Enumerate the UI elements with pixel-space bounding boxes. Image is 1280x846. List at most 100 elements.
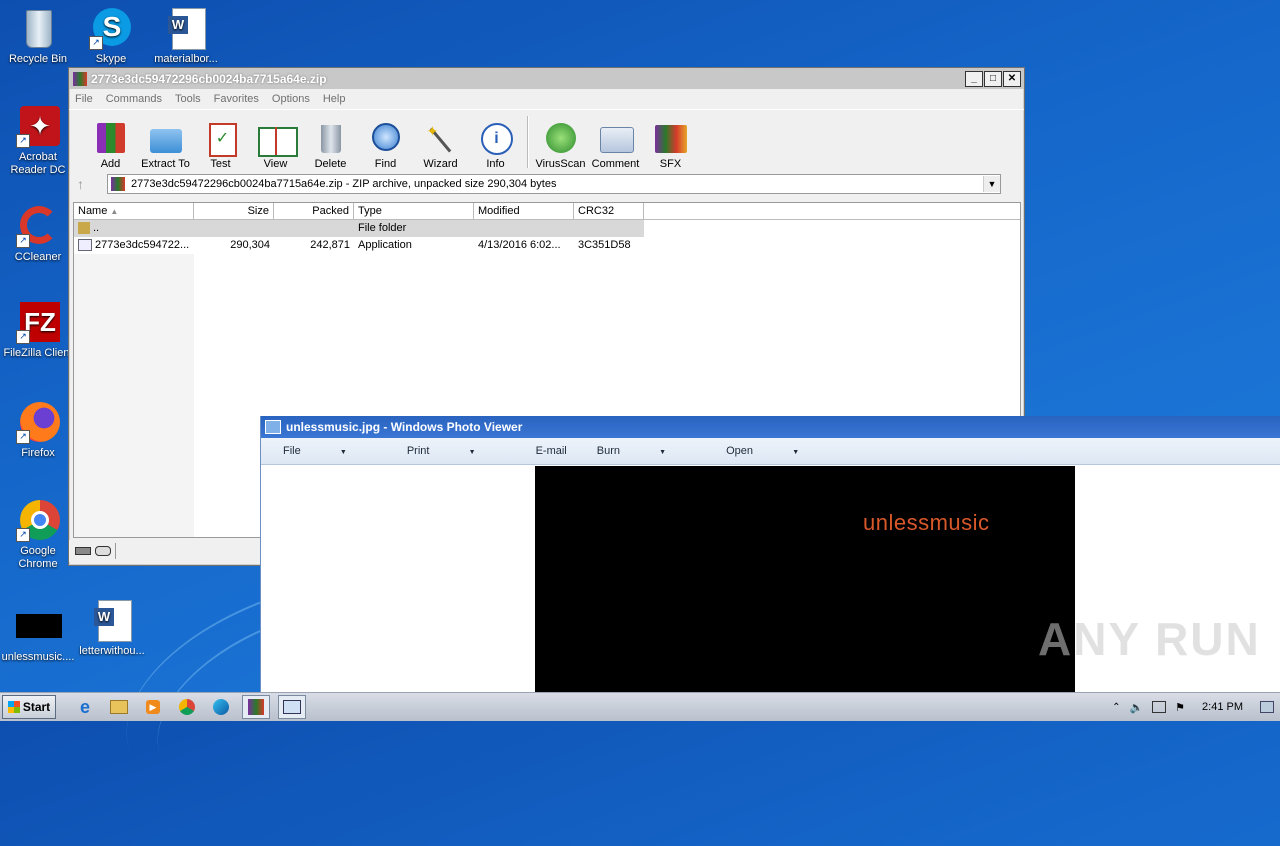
sfx-button[interactable]: SFX	[643, 121, 698, 172]
recycle-bin-icon	[16, 6, 60, 50]
delete-button[interactable]: Delete	[303, 121, 358, 172]
column-header-modified[interactable]: Modified	[474, 203, 574, 219]
menu-commands[interactable]: Commands	[106, 93, 162, 105]
comment-icon	[598, 121, 634, 155]
shortcut-arrow-icon: ↗	[16, 234, 30, 248]
desktop-icon-chrome[interactable]: ↗ Google Chrome	[0, 498, 76, 571]
column-header-size[interactable]: Size	[194, 203, 274, 219]
find-button[interactable]: Find	[358, 121, 413, 172]
desktop-icon-label: Acrobat Reader DC	[10, 151, 66, 176]
window-title: unlessmusic.jpg - Windows Photo Viewer	[286, 420, 523, 434]
info-button[interactable]: i Info	[468, 121, 523, 172]
menu-help[interactable]: Help	[323, 93, 346, 105]
menu-open[interactable]: Open ▼	[726, 445, 829, 457]
column-header-name[interactable]: Name ▲	[74, 203, 194, 219]
firefox-icon: ↗	[16, 400, 60, 444]
clipboard-check-icon: ✓	[203, 121, 239, 157]
chevron-down-icon[interactable]: ▼	[983, 176, 1000, 192]
window-title: 2773e3dc59472296cb0024ba7715a64e.zip	[91, 71, 327, 86]
add-button[interactable]: Add	[83, 121, 138, 172]
table-row[interactable]: .. File folder	[74, 220, 644, 237]
menu-tools[interactable]: Tools	[175, 93, 201, 105]
trash-can-icon	[313, 121, 349, 155]
chrome-icon: ↗	[16, 498, 60, 542]
shortcut-arrow-icon: ↗	[16, 430, 30, 444]
shortcut-arrow-icon: ↗	[16, 330, 30, 344]
application-file-icon	[78, 239, 92, 252]
menu-burn[interactable]: Burn ▼	[597, 445, 696, 457]
photo-canvas[interactable]: unlessmusic	[535, 466, 1075, 692]
virusscan-button[interactable]: VirusScan	[533, 121, 588, 172]
extract-to-button[interactable]: Extract To	[138, 121, 193, 172]
speaker-icon[interactable]: 🔈	[1129, 701, 1143, 714]
show-desktop-icon[interactable]	[1260, 701, 1274, 713]
menu-file[interactable]: File ▼	[283, 445, 377, 457]
desktop-icon-recycle-bin[interactable]: Recycle Bin	[0, 6, 76, 66]
column-header-packed[interactable]: Packed	[274, 203, 354, 219]
shortcut-arrow-icon: ↗	[89, 36, 103, 50]
desktop-icon-skype[interactable]: S ↗ Skype	[73, 6, 149, 66]
chevron-down-icon: ▼	[792, 449, 800, 456]
taskbar-photo-viewer-icon[interactable]	[278, 695, 306, 719]
taskbar-edge-icon[interactable]	[208, 696, 234, 718]
view-button[interactable]: View	[248, 121, 303, 172]
taskbar-media-player-icon[interactable]: ▶	[140, 696, 166, 718]
menu-file[interactable]: File	[75, 93, 93, 105]
clock[interactable]: 2:41 PM	[1202, 701, 1243, 713]
desktop-icon-acrobat[interactable]: ✦ ↗ Acrobat Reader DC	[0, 104, 76, 177]
archive-path-text: 2773e3dc59472296cb0024ba7715a64e.zip - Z…	[131, 178, 557, 190]
folder-up-icon	[78, 222, 90, 235]
watermark: ANY RUN	[1038, 613, 1261, 665]
shortcut-arrow-icon: ↗	[16, 134, 30, 148]
menu-options[interactable]: Options	[272, 93, 310, 105]
up-arrow-icon[interactable]: ↑	[77, 176, 107, 192]
desktop-icon-letter-document[interactable]: W letterwithou...	[74, 598, 150, 658]
photo-viewer-titlebar[interactable]: unlessmusic.jpg - Windows Photo Viewer	[261, 416, 1280, 438]
menu-favorites[interactable]: Favorites	[214, 93, 259, 105]
comment-button[interactable]: Comment	[588, 121, 643, 172]
name-column-shade	[74, 254, 194, 537]
start-button[interactable]: Start	[2, 695, 56, 719]
desktop-icon-firefox[interactable]: ↗ Firefox	[0, 400, 76, 460]
wizard-button[interactable]: ✦ Wizard	[413, 121, 468, 172]
archive-path-field[interactable]: 2773e3dc59472296cb0024ba7715a64e.zip - Z…	[107, 174, 1001, 194]
magic-wand-icon: ✦	[423, 121, 459, 155]
taskbar-winrar-icon[interactable]	[242, 695, 270, 719]
word-document-icon: W	[164, 6, 208, 50]
chevron-down-icon: ▼	[659, 449, 667, 456]
book-view-icon	[257, 121, 298, 157]
minimize-button[interactable]: _	[965, 70, 983, 87]
desktop-icon-label: Skype	[95, 53, 127, 65]
info-icon: i	[478, 121, 514, 155]
desktop-icon-word-document[interactable]: W materialbor...	[148, 6, 224, 66]
filezilla-icon: FZ ↗	[16, 300, 60, 344]
column-header-crc32[interactable]: CRC32	[574, 203, 644, 219]
desktop-icon-unlessmusic[interactable]: unlessmusic....	[0, 604, 76, 664]
status-divider	[115, 543, 116, 559]
chevron-up-icon[interactable]: ⌃	[1112, 702, 1120, 713]
sfx-box-icon	[653, 121, 689, 155]
desktop-icon-label: FileZilla Client	[3, 347, 73, 359]
ccleaner-icon: ↗	[16, 204, 60, 248]
taskbar-explorer-icon[interactable]	[106, 696, 132, 718]
desktop-icon-label: letterwithou...	[79, 645, 145, 657]
winrar-titlebar[interactable]: 2773e3dc59472296cb0024ba7715a64e.zip _ □…	[69, 68, 1024, 89]
virus-scan-icon	[543, 121, 579, 155]
desktop-icon-filezilla[interactable]: FZ ↗ FileZilla Client	[0, 300, 76, 360]
menu-print[interactable]: Print ▼	[407, 445, 506, 457]
archive-add-icon	[93, 121, 129, 155]
maximize-button[interactable]: □	[984, 70, 1002, 87]
acrobat-icon: ✦ ↗	[16, 104, 60, 148]
chevron-down-icon: ▼	[339, 449, 347, 456]
menu-email[interactable]: E-mail	[536, 445, 567, 457]
desktop-icon-ccleaner[interactable]: ↗ CCleaner	[0, 204, 76, 264]
flag-icon[interactable]: ⚑	[1175, 701, 1185, 714]
taskbar-ie-icon[interactable]: e	[72, 696, 98, 718]
magnifier-icon	[368, 121, 404, 155]
network-icon[interactable]	[1152, 701, 1167, 713]
table-row[interactable]: 2773e3dc594722... 290,304 242,871 Applic…	[74, 237, 1020, 254]
taskbar-chrome-icon[interactable]	[174, 696, 200, 718]
close-button[interactable]: ✕	[1003, 70, 1021, 87]
column-header-type[interactable]: Type	[354, 203, 474, 219]
test-button[interactable]: ✓ Test	[193, 121, 248, 172]
